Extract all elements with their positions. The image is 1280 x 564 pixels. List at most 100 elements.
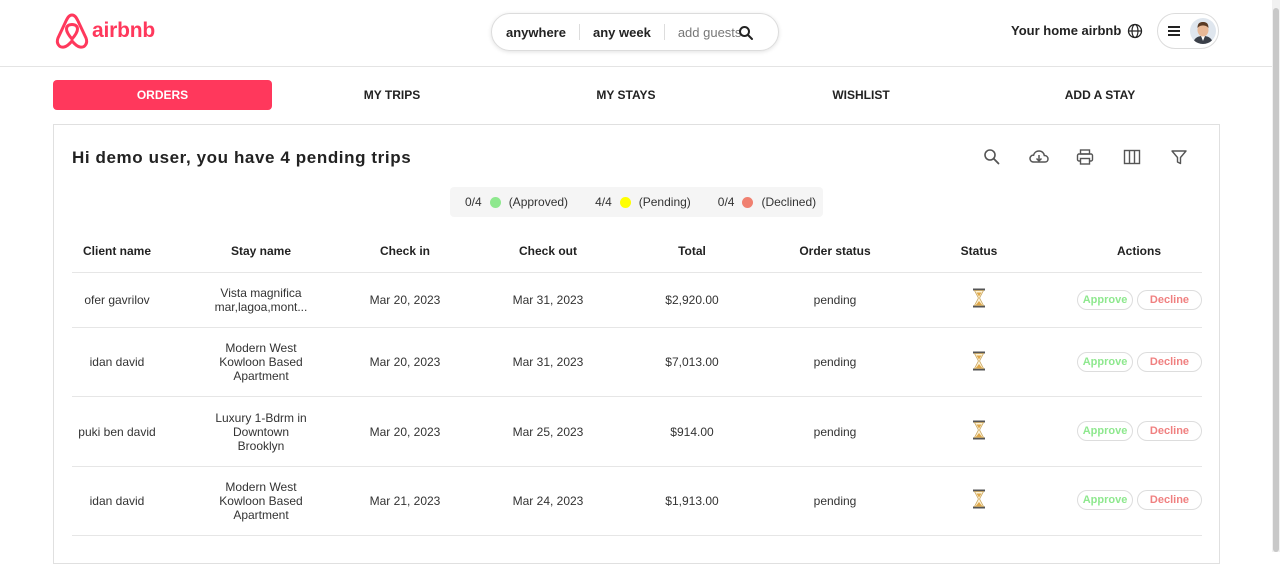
column-header-status[interactable]: Status [924, 244, 1034, 258]
decline-button[interactable]: Decline [1137, 290, 1202, 310]
divider [663, 24, 665, 40]
approved-label: (Approved) [508, 195, 569, 209]
stay-name: Modern West Kowloon Based Apartment [201, 480, 321, 522]
stay-name-line: Apartment [233, 369, 289, 383]
approve-button[interactable]: Approve [1077, 490, 1133, 510]
column-header-order-status[interactable]: Order status [780, 244, 890, 258]
hourglass-icon [973, 351, 985, 371]
tab-my-stays[interactable]: MY STAYS [536, 80, 716, 110]
pending-count: 4/4 [595, 195, 612, 209]
approve-button[interactable]: Approve [1077, 290, 1133, 310]
scrollbar-thumb[interactable] [1273, 8, 1279, 552]
stay-name-line: mar,lagoa,mont... [214, 300, 308, 314]
stay-name-line: Apartment [233, 508, 289, 522]
decline-button[interactable]: Decline [1137, 421, 1202, 441]
hourglass-icon [973, 420, 985, 440]
search-guests[interactable]: add guests [678, 25, 742, 40]
stay-name-line: Brooklyn [237, 439, 285, 453]
order-status: pending [813, 494, 857, 508]
divider [578, 24, 580, 40]
stay-name-line: Kowloon Based [219, 494, 303, 508]
user-menu-button[interactable] [1157, 13, 1219, 49]
logo-text: airbnb [92, 19, 155, 42]
summary-approved: 0/4 (Approved) [465, 195, 568, 209]
stay-name-line: Kowloon Based [219, 355, 303, 369]
column-header-total[interactable]: Total [637, 244, 747, 258]
status-summary: 0/4 (Approved) 4/4 (Pending) 0/4 (Declin… [450, 187, 823, 217]
stay-name-line: Downtown [232, 425, 290, 439]
stay-name-line: Luxury 1-Bdrm in [215, 411, 307, 425]
check-in: Mar 20, 2023 [369, 293, 441, 307]
check-in: Mar 20, 2023 [369, 355, 441, 369]
top-header: airbnb anywhere any week add guests Your… [0, 0, 1272, 67]
row-divider [72, 466, 1202, 467]
stay-name-line: Modern West [225, 341, 297, 355]
pending-label: (Pending) [638, 195, 691, 209]
check-out: Mar 31, 2023 [512, 293, 584, 307]
column-header-check-in[interactable]: Check in [350, 244, 460, 258]
row-divider [72, 272, 1202, 273]
print-icon[interactable] [1076, 148, 1094, 166]
stay-name: Modern West Kowloon Based Apartment [201, 341, 321, 383]
client-name: idan david [89, 355, 145, 369]
search-where[interactable]: anywhere [506, 25, 566, 40]
stay-name-line: Vista magnifica [220, 286, 302, 300]
check-out: Mar 31, 2023 [512, 355, 584, 369]
search-bar[interactable]: anywhere any week add guests [491, 13, 779, 51]
order-status: pending [813, 293, 857, 307]
client-name: ofer gavrilov [84, 293, 150, 307]
total: $914.00 [670, 425, 714, 439]
column-header-actions: Actions [1116, 244, 1161, 258]
columns-icon[interactable] [1123, 148, 1141, 166]
column-header-check-out[interactable]: Check out [493, 244, 603, 258]
airbnb-logo[interactable]: airbnb [54, 12, 155, 50]
decline-button[interactable]: Decline [1137, 352, 1202, 372]
globe-icon[interactable] [1127, 23, 1143, 39]
search-icon[interactable] [983, 148, 1001, 166]
check-out: Mar 24, 2023 [512, 494, 584, 508]
column-header-client-name[interactable]: Client name [72, 244, 162, 258]
client-name: idan david [89, 494, 145, 508]
hourglass-icon [973, 489, 985, 509]
tab-wishlist[interactable]: WISHLIST [771, 80, 951, 110]
page-title: Hi demo user, you have 4 pending trips [72, 148, 412, 167]
row-divider [72, 327, 1202, 328]
tab-my-trips[interactable]: MY TRIPS [302, 80, 482, 110]
summary-declined: 0/4 (Declined) [718, 195, 816, 209]
host-link[interactable]: Your home airbnb [1011, 23, 1121, 38]
declined-count: 0/4 [717, 195, 735, 209]
client-name: puki ben david [78, 425, 156, 439]
cloud-download-icon[interactable] [1029, 148, 1049, 166]
order-status: pending [813, 355, 857, 369]
stay-name-line: Modern West [225, 480, 297, 494]
approve-button[interactable]: Approve [1077, 421, 1133, 441]
total: $7,013.00 [665, 355, 719, 369]
approved-count: 0/4 [465, 195, 482, 209]
check-out: Mar 25, 2023 [512, 425, 584, 439]
column-header-stay-name[interactable]: Stay name [206, 244, 316, 258]
stay-name: Vista magnifica mar,lagoa,mont... [201, 286, 321, 314]
approve-button[interactable]: Approve [1077, 352, 1133, 372]
order-status: pending [813, 425, 857, 439]
declined-label: (Declined) [761, 195, 817, 209]
row-divider [72, 535, 1202, 536]
search-when[interactable]: any week [593, 25, 651, 40]
tab-add-a-stay[interactable]: ADD A STAY [1010, 80, 1190, 110]
summary-pending: 4/4 (Pending) [595, 195, 691, 209]
check-in: Mar 21, 2023 [369, 494, 441, 508]
approved-dot-icon [489, 196, 501, 208]
check-in: Mar 20, 2023 [369, 425, 441, 439]
decline-button[interactable]: Decline [1137, 490, 1202, 510]
filter-icon[interactable] [1170, 148, 1188, 166]
total: $2,920.00 [665, 293, 719, 307]
tab-orders[interactable]: ORDERS [53, 80, 272, 110]
airbnb-logo-icon [55, 13, 89, 49]
row-divider [72, 396, 1202, 397]
avatar [1190, 18, 1216, 44]
hamburger-icon [1168, 26, 1180, 36]
stay-name: Luxury 1-Bdrm in Downtown Brooklyn [201, 411, 321, 453]
declined-dot-icon [742, 196, 754, 208]
search-icon[interactable] [738, 25, 754, 41]
hourglass-icon [973, 288, 985, 308]
pending-dot-icon [619, 196, 631, 208]
